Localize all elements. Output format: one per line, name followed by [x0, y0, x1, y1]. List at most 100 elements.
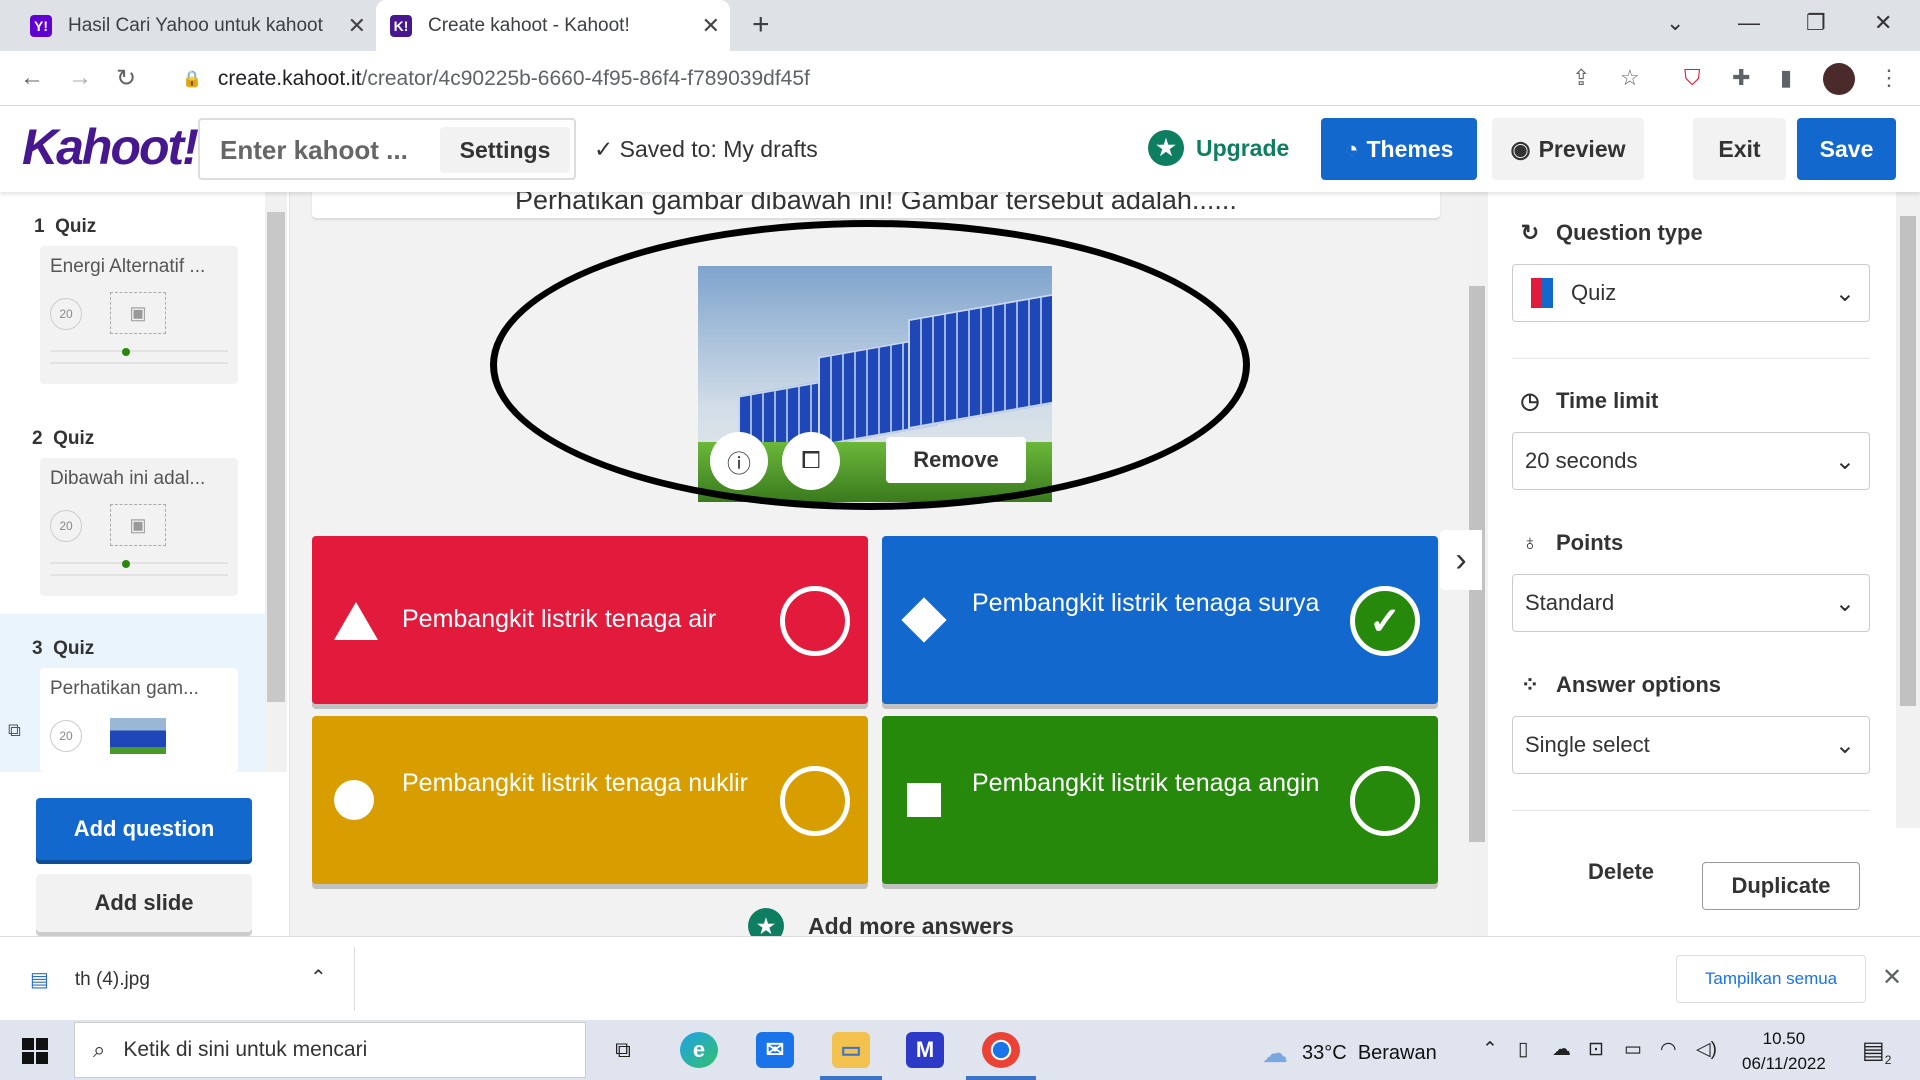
- extension-icon[interactable]: ⛉: [1684, 65, 1701, 91]
- notification-icon[interactable]: ▤2: [1862, 1036, 1891, 1067]
- mail-icon[interactable]: ✉: [756, 1032, 794, 1068]
- reload-icon[interactable]: ↻: [116, 64, 136, 93]
- question-type-select[interactable]: Quiz ⌄: [1512, 264, 1870, 322]
- new-tab-button[interactable]: +: [752, 8, 770, 42]
- settings-button[interactable]: Settings: [440, 127, 570, 173]
- add-slide-button[interactable]: Add slide: [36, 874, 252, 932]
- close-tab-icon[interactable]: ✕: [348, 13, 366, 39]
- duplicate-icon[interactable]: ⧉: [8, 720, 21, 741]
- question-title: Energi Alternatif ...: [50, 256, 206, 277]
- sidebar-scrollbar[interactable]: [265, 192, 287, 772]
- themes-button[interactable]: ◔ Themes: [1321, 118, 1477, 180]
- lock-icon: 🔒: [182, 70, 202, 88]
- answer-option-2[interactable]: Pembangkit listrik tenaga surya ✓: [882, 536, 1438, 704]
- question-item-3[interactable]: 3 Quiz ⧉ Perhatikan gam... 20: [0, 614, 265, 772]
- restore-button[interactable]: ❐: [1806, 10, 1826, 36]
- correct-toggle[interactable]: [1350, 766, 1420, 836]
- tab-create-kahoot[interactable]: K! Create kahoot - Kahoot! ✕: [376, 0, 730, 51]
- question-item-2[interactable]: 2 Quiz Dibawah ini adal... 20 ▣: [0, 404, 265, 614]
- taskbar-search-input[interactable]: ⌕ Ketik di sini untuk mencari: [74, 1022, 586, 1078]
- close-window-button[interactable]: ✕: [1874, 10, 1892, 36]
- question-text-input[interactable]: Perhatikan gambar dibawah ini! Gambar te…: [312, 192, 1440, 218]
- answer-option-1[interactable]: Pembangkit listrik tenaga air: [312, 536, 868, 704]
- answer-text[interactable]: Pembangkit listrik tenaga angin: [972, 768, 1342, 798]
- close-tab-icon[interactable]: ✕: [702, 13, 720, 39]
- save-button[interactable]: Save: [1797, 118, 1896, 180]
- windows-start-icon[interactable]: [22, 1038, 48, 1064]
- onedrive-icon[interactable]: ☁: [1552, 1038, 1571, 1061]
- answer-text[interactable]: Pembangkit listrik tenaga air: [402, 604, 772, 634]
- star-icon: ★: [1148, 130, 1184, 166]
- correct-toggle[interactable]: [780, 586, 850, 656]
- close-icon[interactable]: ✕: [1882, 963, 1902, 992]
- puzzle-icon[interactable]: ✚: [1732, 65, 1750, 91]
- chevron-right-icon[interactable]: ›: [1440, 530, 1482, 590]
- preview-button[interactable]: ◉ Preview: [1492, 118, 1644, 180]
- menu-dots-icon[interactable]: ⋮: [1878, 65, 1900, 91]
- chevron-up-icon[interactable]: ⌃: [310, 965, 327, 990]
- clock-icon: ◷: [1520, 388, 1540, 413]
- app-icon[interactable]: M: [906, 1032, 944, 1068]
- url-field[interactable]: 🔒 create.kahoot.it/creator/4c90225b-6660…: [168, 57, 1668, 100]
- exit-button[interactable]: Exit: [1693, 118, 1786, 180]
- eye-icon: ◉: [1510, 135, 1531, 162]
- answer-text[interactable]: Pembangkit listrik tenaga surya: [972, 588, 1342, 618]
- correct-check-icon[interactable]: ✓: [1350, 586, 1420, 656]
- volume-icon[interactable]: ◁): [1696, 1038, 1717, 1061]
- show-all-button[interactable]: Tampilkan semua: [1676, 955, 1866, 1003]
- task-view-icon[interactable]: ⧉: [604, 1032, 642, 1068]
- kahoot-logo[interactable]: Kahoot!: [22, 118, 199, 176]
- upgrade-button[interactable]: ★ Upgrade: [1148, 130, 1289, 166]
- tab-yahoo-search[interactable]: Y! Hasil Cari Yahoo untuk kahoot ✕: [0, 0, 376, 51]
- weather-widget[interactable]: ☁ 33°C Berawan: [1262, 1038, 1437, 1069]
- time-limit-label: ◷ Time limit: [1518, 388, 1658, 414]
- panel-scrollbar[interactable]: [1896, 192, 1920, 828]
- question-thumbnail[interactable]: Perhatikan gam... 20: [40, 668, 238, 772]
- palette-icon: ◔: [1344, 135, 1359, 162]
- crop-icon[interactable]: ⧠: [782, 432, 840, 490]
- forward-icon[interactable]: →: [68, 64, 92, 92]
- question-item-1[interactable]: 1 Quiz Energi Alternatif ... 20 ▣: [0, 192, 265, 402]
- chrome-icon[interactable]: [982, 1032, 1020, 1068]
- scrollbar-thumb[interactable]: [267, 212, 285, 702]
- display-icon[interactable]: ⊡: [1588, 1038, 1604, 1061]
- correct-toggle[interactable]: [780, 766, 850, 836]
- sidebar-icon[interactable]: ▮: [1780, 65, 1792, 91]
- question-number-type: 2 Quiz: [32, 428, 95, 449]
- triangle-icon: [334, 600, 378, 640]
- question-thumbnail[interactable]: Dibawah ini adal... 20 ▣: [40, 458, 238, 596]
- edge-icon[interactable]: e: [680, 1032, 718, 1068]
- question-thumbnail[interactable]: Energi Alternatif ... 20 ▣: [40, 246, 238, 384]
- wifi-icon[interactable]: ◠: [1660, 1038, 1677, 1061]
- duplicate-button[interactable]: Duplicate: [1702, 862, 1860, 910]
- chevron-up-icon[interactable]: ⌃: [1482, 1038, 1498, 1061]
- info-icon[interactable]: ⓘ: [710, 432, 768, 490]
- avatar[interactable]: [1823, 63, 1855, 95]
- delete-button[interactable]: Delete: [1588, 859, 1654, 885]
- tab-search-icon[interactable]: ⌄: [1666, 10, 1684, 36]
- time-limit-select[interactable]: 20 seconds ⌄: [1512, 432, 1870, 490]
- answer-option-4[interactable]: Pembangkit listrik tenaga angin: [882, 716, 1438, 884]
- points-select[interactable]: Standard ⌄: [1512, 574, 1870, 632]
- add-question-button[interactable]: Add question: [36, 798, 252, 860]
- add-more-answers-button[interactable]: ★ Add more answers: [748, 908, 1014, 936]
- remove-image-button[interactable]: Remove: [886, 437, 1026, 483]
- back-icon[interactable]: ←: [20, 64, 44, 92]
- download-item[interactable]: ▤ th (4).jpg: [30, 967, 150, 992]
- correct-answer-dot: [122, 560, 130, 568]
- bookmark-star-icon[interactable]: ☆: [1620, 65, 1640, 91]
- file-explorer-icon[interactable]: ▭: [832, 1032, 870, 1068]
- question-type-label: ↻ Question type: [1518, 220, 1703, 246]
- chevron-down-icon: ⌄: [1834, 732, 1855, 759]
- share-icon[interactable]: ⇪: [1572, 65, 1590, 91]
- kahoot-title-input[interactable]: Enter kahoot ...: [220, 135, 408, 166]
- meet-icon[interactable]: ▯: [1518, 1038, 1528, 1061]
- minimize-button[interactable]: —: [1738, 10, 1760, 36]
- answer-text[interactable]: Pembangkit listrik tenaga nuklir: [402, 768, 772, 798]
- time-badge: 20: [50, 510, 82, 542]
- answer-option-3[interactable]: Pembangkit listrik tenaga nuklir: [312, 716, 868, 884]
- system-clock[interactable]: 10.50 06/11/2022: [1742, 1026, 1826, 1076]
- scrollbar-thumb[interactable]: [1900, 216, 1916, 706]
- battery-icon[interactable]: ▭: [1624, 1038, 1642, 1061]
- answer-options-select[interactable]: Single select ⌄: [1512, 716, 1870, 774]
